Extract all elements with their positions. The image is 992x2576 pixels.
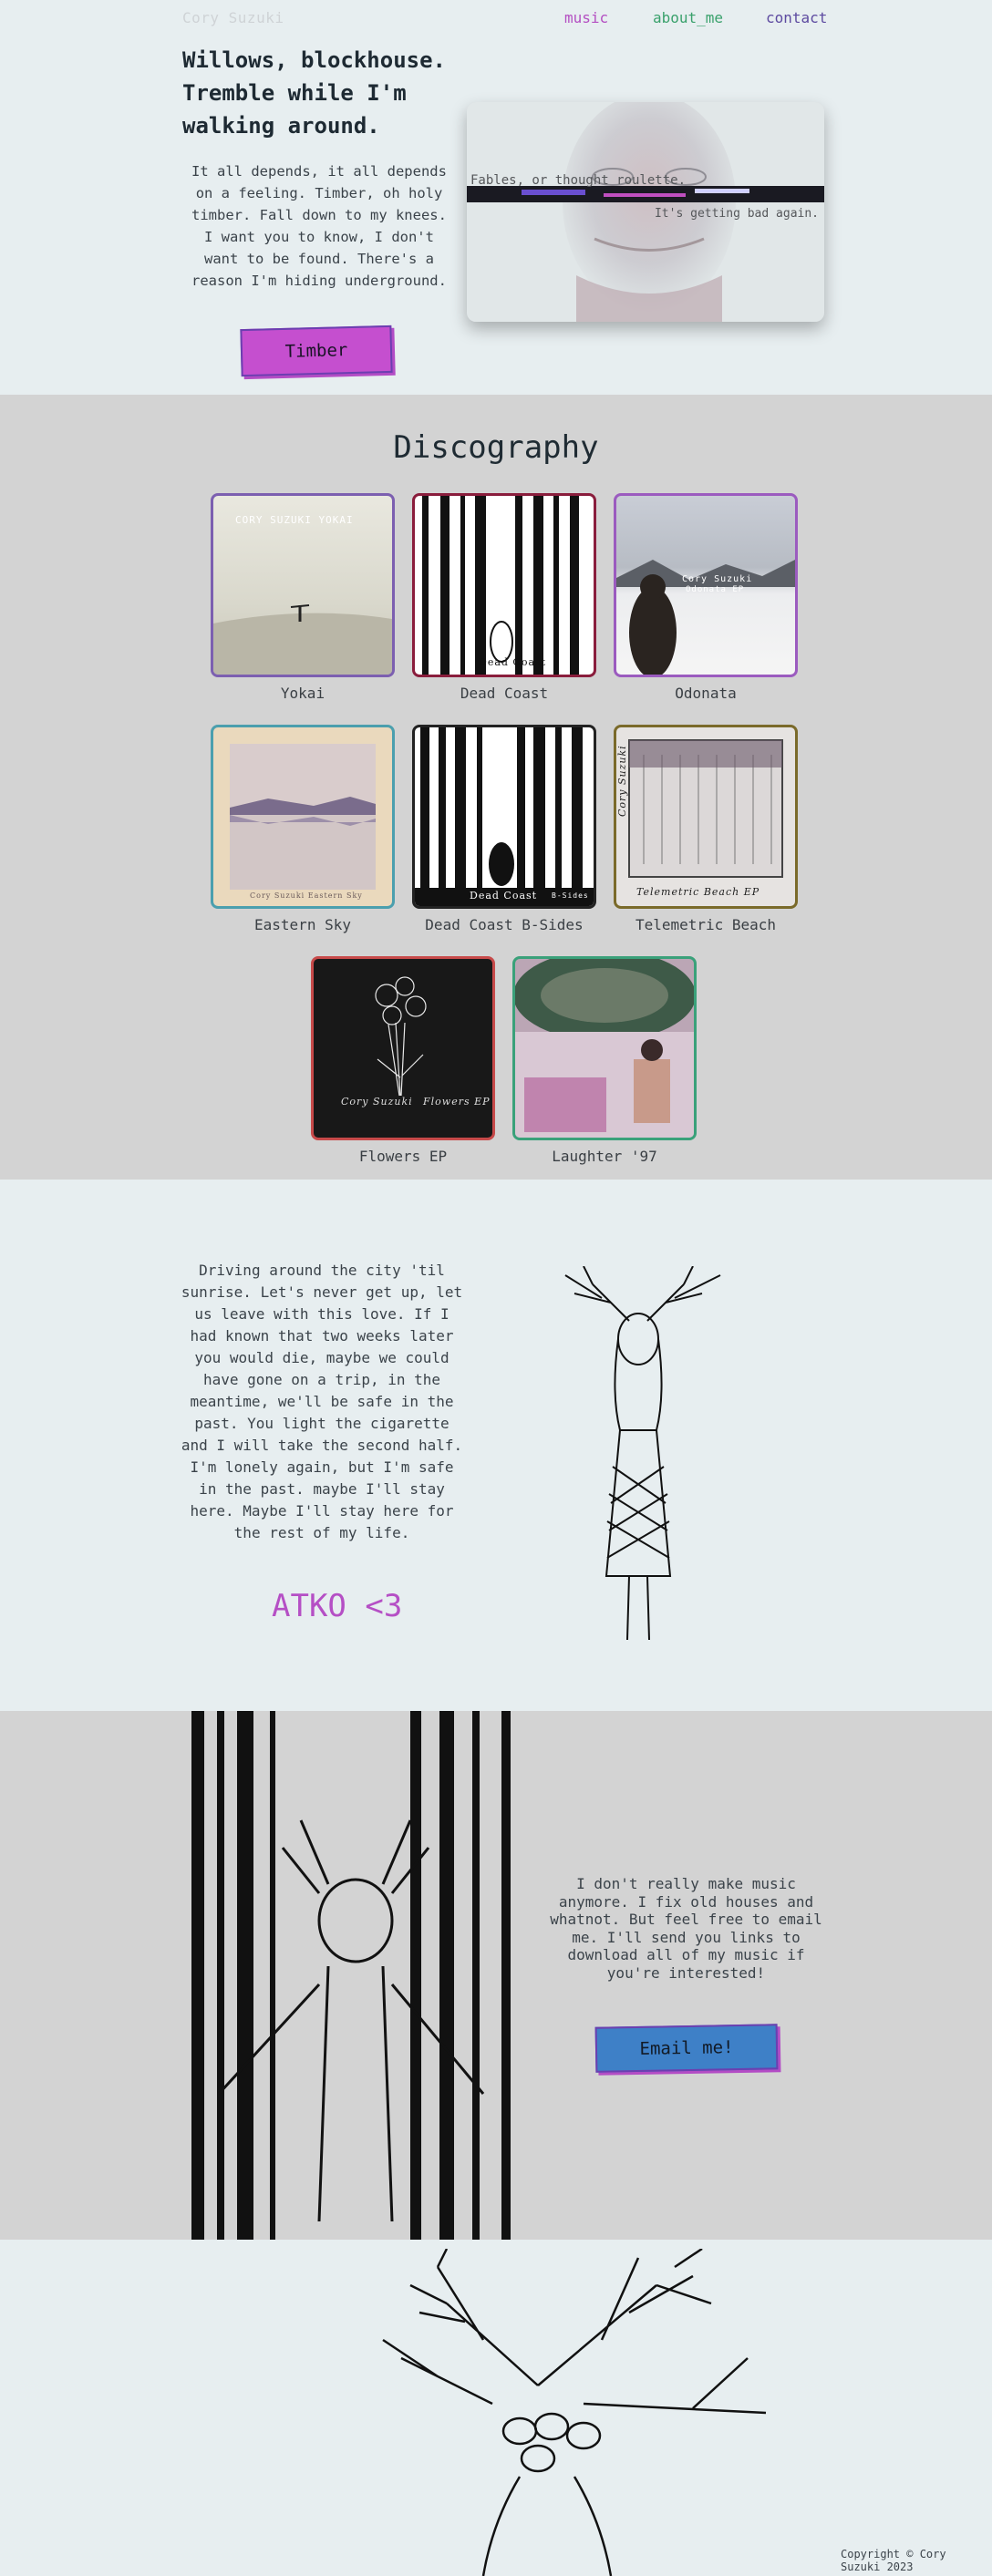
eastern-sky-art [230, 744, 376, 890]
antler-skulls-drawing [382, 2249, 767, 2576]
album-cover: Telemetric Beach EP Cory Suzuki [614, 725, 798, 909]
album-cover [512, 956, 697, 1140]
album-cover: Dead Coast [412, 493, 596, 677]
atko-lyrics: Driving around the city 'til sunrise. Le… [181, 1262, 463, 1541]
hero-caption-2: It's getting bad again. [654, 207, 819, 221]
intro-lyrics: It all depends, it all depends on a feel… [191, 163, 447, 289]
album-title: Dead Coast B-Sides [425, 916, 584, 933]
album-card-dead-coast-b-sides[interactable]: Dead Coast B-Sides Dead Coast B-Sides [412, 725, 596, 933]
album-title: Laughter '97 [552, 1148, 657, 1165]
album-cover-text: Dead Coast [479, 656, 547, 668]
nav-about-me[interactable]: about_me [653, 9, 723, 26]
email-message: I don't really make music anymore. I fix… [550, 1875, 822, 1982]
hero-image: Fables, or thought roulette. It's gettin… [467, 102, 824, 322]
album-cover: Cory Suzuki Odonata EP [614, 493, 798, 677]
discography-title: Discography [393, 429, 599, 466]
album-card-flowers-ep[interactable]: Cory Suzuki Flowers EP Flowers EP [311, 956, 495, 1165]
album-title: Odonata [675, 685, 737, 702]
atko-section: Driving around the city 'til sunrise. Le… [0, 1180, 992, 1711]
nav-music[interactable]: music [564, 9, 608, 26]
hero-section: Cory Suzuki music about_me contact Willo… [0, 0, 992, 395]
album-card-laughter-97[interactable]: Laughter '97 [512, 956, 697, 1165]
album-cover-subtext: Cory Suzuki [616, 745, 628, 817]
timber-button[interactable]: Timber [240, 325, 393, 377]
album-card-dead-coast[interactable]: Dead Coast Dead Coast [412, 493, 596, 702]
page-title: Willows, blockhouse. Tremble while I'm w… [182, 47, 446, 139]
album-cover-text: Cory Suzuki [682, 574, 753, 584]
telemetric-beach-art [628, 739, 783, 878]
nav-contact[interactable]: contact [766, 9, 827, 26]
antlered-woman-drawing [564, 1266, 721, 1641]
album-cover: Cory Suzuki Flowers EP [311, 956, 495, 1140]
album-card-telemetric-beach[interactable]: Telemetric Beach EP Cory Suzuki Telemetr… [614, 725, 798, 933]
copyright-text: Copyright © Cory Suzuki 2023 [841, 2548, 946, 2573]
album-card-eastern-sky[interactable]: Cory Suzuki Eastern Sky Eastern Sky [211, 725, 395, 933]
album-cover-text: CORY SUZUKI YOKAI [235, 514, 354, 526]
email-section: I don't really make music anymore. I fix… [0, 1711, 992, 2240]
footer-section: Copyright © Cory Suzuki 2023 [0, 2240, 992, 2576]
album-title: Flowers EP [358, 1148, 448, 1165]
album-title: Dead Coast [460, 685, 549, 702]
album-cover-subtext: Flowers EP [423, 1096, 491, 1108]
forest-figure-drawing [191, 1711, 511, 2240]
album-card-odonata[interactable]: Cory Suzuki Odonata EP Odonata [614, 493, 798, 702]
album-cover-subtext: Odonata EP [686, 585, 745, 594]
album-cover: Dead Coast B-Sides [412, 725, 596, 909]
album-cover: CORY SUZUKI YOKAI [211, 493, 395, 677]
album-card-yokai[interactable]: CORY SUZUKI YOKAI Yokai [211, 493, 395, 702]
album-title: Telemetric Beach [635, 916, 777, 933]
album-cover: Cory Suzuki Eastern Sky [211, 725, 395, 909]
dead-coast-art [422, 496, 579, 675]
discography-section: Discography CORY SUZUKI YOKAI Yokai Dead… [0, 395, 992, 1180]
album-cover-text: Cory Suzuki Eastern Sky [250, 891, 363, 900]
album-title: Yokai [280, 685, 326, 702]
dead-coast-b-sides-art [415, 727, 594, 906]
album-title: Eastern Sky [254, 916, 351, 933]
album-cover-text: Dead Coast [470, 890, 538, 902]
album-cover-text: Cory Suzuki [341, 1096, 413, 1108]
flowers-art [375, 976, 427, 1097]
atko-signature: ATKO <3 [272, 1588, 403, 1624]
site-logo[interactable]: Cory Suzuki [182, 9, 284, 26]
hero-caption-1: Fables, or thought roulette. [470, 173, 687, 188]
album-cover-subtext: B-Sides [552, 891, 589, 900]
laughter-art [515, 959, 694, 1138]
email-me-button[interactable]: Email me! [594, 2024, 779, 2073]
album-cover-text: Telemetric Beach EP [636, 886, 760, 898]
